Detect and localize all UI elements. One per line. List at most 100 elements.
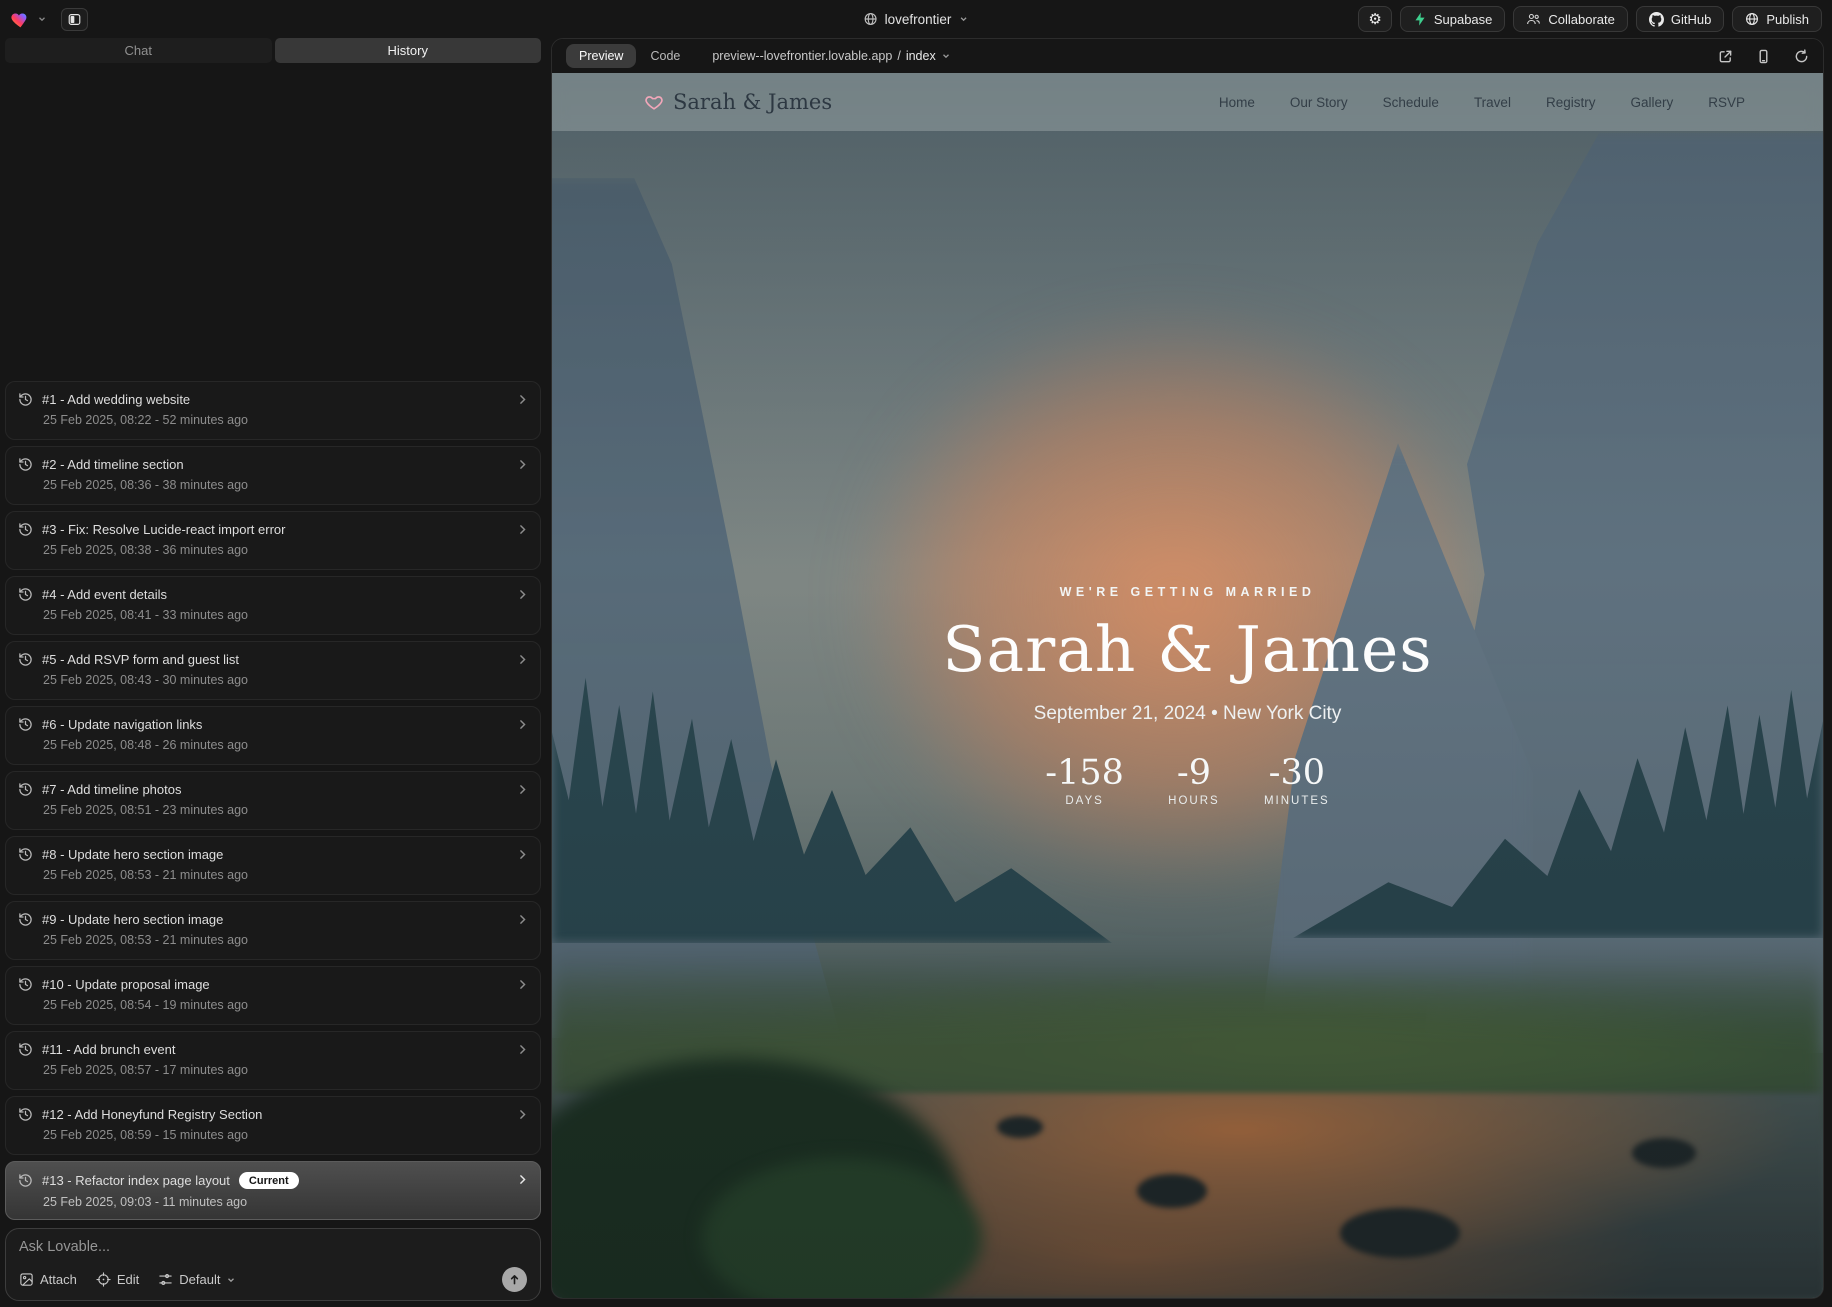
history-item-title: #4 - Add event details (42, 587, 167, 602)
lovable-app: lovefrontier ⚙ Supabase Collaborate (0, 0, 1832, 1307)
countdown-unit: -9 HOURS (1162, 753, 1226, 807)
github-label: GitHub (1671, 12, 1711, 27)
ask-lovable-input[interactable] (19, 1239, 527, 1255)
site-header: Sarah & James Home Our Story Schedule Tr… (552, 73, 1823, 131)
history-item[interactable]: #11 - Add brunch event 25 Feb 2025, 08:5… (5, 1031, 541, 1090)
history-item[interactable]: #5 - Add RSVP form and guest list 25 Feb… (5, 641, 541, 700)
github-icon (1649, 12, 1664, 27)
hero-countdown: -158 DAYS -9 HOURS -30 MINUTES (738, 753, 1638, 807)
default-sliders-icon (158, 1272, 173, 1287)
edit-label: Edit (117, 1272, 139, 1287)
tab-chat[interactable]: Chat (5, 38, 272, 63)
chevron-right-icon (516, 1108, 529, 1121)
preview-url[interactable]: preview--lovefrontier.lovable.app / inde… (712, 49, 950, 63)
history-item-timestamp: 25 Feb 2025, 08:43 - 30 minutes ago (43, 673, 528, 687)
history-item-timestamp: 25 Feb 2025, 08:41 - 33 minutes ago (43, 608, 528, 622)
history-clock-icon (18, 587, 33, 602)
history-item-title: #8 - Update hero section image (42, 847, 223, 862)
preview-url-page: index (906, 49, 936, 63)
settings-button[interactable]: ⚙ (1358, 6, 1391, 32)
sidebar-toggle-button[interactable] (61, 8, 88, 31)
hero-title: Sarah & James (738, 613, 1638, 686)
history-clock-icon (18, 1042, 33, 1057)
attach-button[interactable]: Attach (19, 1272, 77, 1287)
tab-history[interactable]: History (275, 38, 542, 63)
lovable-logo-icon[interactable] (10, 9, 31, 30)
history-item-timestamp: 25 Feb 2025, 08:38 - 36 minutes ago (43, 543, 528, 557)
open-external-button[interactable] (1718, 49, 1733, 64)
history-item[interactable]: #8 - Update hero section image 25 Feb 20… (5, 836, 541, 895)
history-item[interactable]: #1 - Add wedding website 25 Feb 2025, 08… (5, 381, 541, 440)
history-list: #1 - Add wedding website 25 Feb 2025, 08… (5, 67, 541, 1220)
history-item-timestamp: 25 Feb 2025, 08:57 - 17 minutes ago (43, 1063, 528, 1077)
history-item-timestamp: 25 Feb 2025, 08:53 - 21 minutes ago (43, 868, 528, 882)
countdown-value: -30 (1264, 753, 1330, 793)
chevron-right-icon (516, 653, 529, 666)
site-nav-link[interactable]: Registry (1546, 95, 1596, 110)
history-item-title: #9 - Update hero section image (42, 912, 223, 927)
website-preview: Sarah & James Home Our Story Schedule Tr… (552, 73, 1823, 1298)
history-item[interactable]: #2 - Add timeline section 25 Feb 2025, 0… (5, 446, 541, 505)
refresh-button[interactable] (1794, 49, 1809, 64)
attach-image-icon (19, 1272, 34, 1287)
history-item-title: #1 - Add wedding website (42, 392, 190, 407)
mode-label: Default (179, 1272, 220, 1287)
edit-crosshair-icon (96, 1272, 111, 1287)
history-item[interactable]: #10 - Update proposal image 25 Feb 2025,… (5, 966, 541, 1025)
external-link-icon (1718, 49, 1733, 64)
logo-chevron-down-icon[interactable] (37, 14, 47, 24)
history-clock-icon (18, 912, 33, 927)
site-nav-link[interactable]: Schedule (1383, 95, 1439, 110)
refresh-icon (1794, 49, 1809, 64)
sidebar-tabs: Chat History (5, 38, 541, 63)
github-button[interactable]: GitHub (1636, 6, 1724, 32)
site-nav-link[interactable]: Home (1219, 95, 1255, 110)
publish-button[interactable]: Publish (1732, 6, 1822, 32)
project-switcher[interactable]: lovefrontier (864, 0, 969, 38)
edit-button[interactable]: Edit (96, 1272, 139, 1287)
history-item[interactable]: #9 - Update hero section image 25 Feb 20… (5, 901, 541, 960)
tab-preview[interactable]: Preview (566, 44, 636, 68)
site-nav-link[interactable]: RSVP (1708, 95, 1745, 110)
history-item[interactable]: #6 - Update navigation links 25 Feb 2025… (5, 706, 541, 765)
history-item-title: #2 - Add timeline section (42, 457, 184, 472)
site-nav-link[interactable]: Travel (1474, 95, 1511, 110)
composer: Attach Edit Default (5, 1228, 541, 1301)
site-logo[interactable]: Sarah & James (644, 90, 832, 114)
history-item-timestamp: 25 Feb 2025, 08:59 - 15 minutes ago (43, 1128, 528, 1142)
chevron-down-icon (226, 1275, 236, 1285)
history-clock-icon (18, 1173, 33, 1188)
history-item-timestamp: 25 Feb 2025, 08:36 - 38 minutes ago (43, 478, 528, 492)
history-item[interactable]: #13 - Refactor index page layout Current… (5, 1161, 541, 1220)
history-item-title: #12 - Add Honeyfund Registry Section (42, 1107, 262, 1122)
top-bar: lovefrontier ⚙ Supabase Collaborate (0, 0, 1832, 38)
history-item-title: #13 - Refactor index page layout (42, 1173, 230, 1188)
mobile-view-button[interactable] (1756, 49, 1771, 64)
site-nav-link[interactable]: Our Story (1290, 95, 1348, 110)
preview-url-separator: / (897, 49, 900, 63)
mode-select[interactable]: Default (158, 1272, 236, 1287)
chevron-right-icon (516, 1173, 529, 1186)
site-nav-link[interactable]: Gallery (1630, 95, 1673, 110)
history-item-title: #6 - Update navigation links (42, 717, 202, 732)
supabase-button[interactable]: Supabase (1400, 6, 1506, 32)
history-item[interactable]: #7 - Add timeline photos 25 Feb 2025, 08… (5, 771, 541, 830)
chevron-right-icon (516, 458, 529, 471)
chevron-right-icon (516, 848, 529, 861)
history-item-timestamp: 25 Feb 2025, 08:53 - 21 minutes ago (43, 933, 528, 947)
history-item[interactable]: #3 - Fix: Resolve Lucide-react import er… (5, 511, 541, 570)
publish-globe-icon (1745, 12, 1759, 26)
chevron-right-icon (516, 393, 529, 406)
collaborate-button[interactable]: Collaborate (1513, 6, 1628, 32)
history-item[interactable]: #12 - Add Honeyfund Registry Section 25 … (5, 1096, 541, 1155)
heart-outline-icon (644, 93, 664, 112)
globe-icon (864, 12, 878, 26)
history-item-title: #11 - Add brunch event (42, 1042, 175, 1057)
history-item[interactable]: #4 - Add event details 25 Feb 2025, 08:4… (5, 576, 541, 635)
send-button[interactable] (502, 1267, 527, 1292)
history-item-timestamp: 25 Feb 2025, 09:03 - 11 minutes ago (43, 1195, 528, 1209)
tab-code[interactable]: Code (640, 44, 690, 68)
history-item-timestamp: 25 Feb 2025, 08:48 - 26 minutes ago (43, 738, 528, 752)
hero-content: WE'RE GETTING MARRIED Sarah & James Sept… (738, 585, 1638, 807)
chevron-right-icon (516, 783, 529, 796)
